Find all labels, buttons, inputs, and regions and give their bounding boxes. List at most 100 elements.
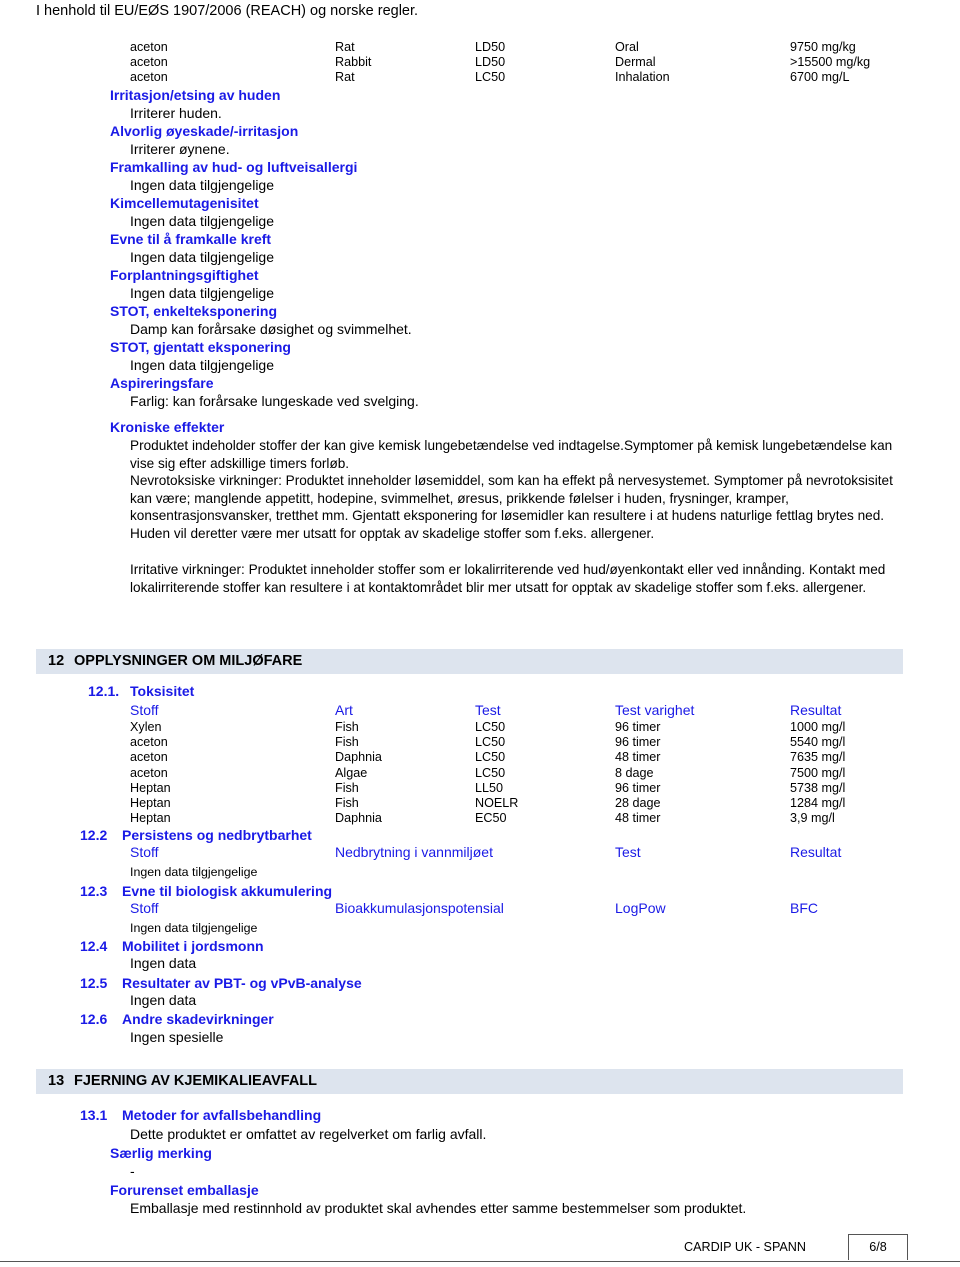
heading-mutagenicity: Kimcellemutagenisitet [110,195,259,211]
heading-sensitisation: Framkalling av hud- og luftveisallergi [110,159,358,175]
section-13-band: 13 FJERNING AV KJEMIKALIEAVFALL [36,1068,903,1094]
table-row: aceton Rat LD50 Oral 9750 mg/kg [0,40,960,55]
cell-art: Algae [335,765,368,780]
cell-art: Daphnia [335,811,382,826]
text-sensitisation: Ingen data tilgjengelige [130,177,275,193]
paragraph-chronic-3: Irritative virkninger: Produktet innehol… [130,562,886,595]
heading-stot-single: STOT, enkelteksponering [110,303,278,319]
text-skin-irritation: Irriterer huden. [130,105,222,121]
column-header-stoff: Stoff [130,900,159,916]
cell-test: EC50 [475,811,507,826]
cell-resultat: 7500 mg/l [790,765,846,780]
table-row: aceton Rat LC50 Inhalation 6700 mg/L [0,70,960,85]
cell-varighet: 48 timer [615,750,661,765]
section-12-band: 12 OPPLYSNINGER OM MILJØFARE [36,648,903,674]
cell-resultat: 7635 mg/l [790,750,846,765]
subsection-12-2-number: 12.2 [80,827,108,843]
cell-result: >15500 mg/kg [790,55,871,70]
cell-resultat: 1000 mg/l [790,720,846,734]
cell-test: LD50 [475,40,506,54]
cell-test: LC50 [475,750,506,765]
subsection-12-2-title: Persistens og nedbrytbarhet [122,827,312,843]
cell-resultat: 3,9 mg/l [790,811,835,826]
table-row: Xylen Fish LC50 96 timer 1000 mg/l [0,720,960,735]
heading-skin-irritation: Irritasjon/etsing av huden [110,87,281,103]
table-row: aceton Daphnia LC50 48 timer 7635 mg/l [0,750,960,765]
cell-varighet: 48 timer [615,811,661,826]
acute-toxicity-table: aceton Rat LD50 Oral 9750 mg/kg aceton R… [0,40,960,86]
text-contaminated-packaging: Emballasje med restinnhold av produktet … [130,1200,747,1216]
cell-test: LD50 [475,55,506,70]
regulation-line: I henhold til EU/EØS 1907/2006 (REACH) o… [36,3,419,19]
toxicity-table-header: Stoff Art Test Test varighet Resultat [0,702,960,719]
cell-stoff: aceton [130,735,168,750]
heading-reproductive-toxicity: Forplantningsgiftighet [110,267,259,283]
cell-result: 6700 mg/L [790,70,850,85]
cell-test: LC50 [475,765,506,780]
column-header-logpow: LogPow [615,900,666,916]
heading-contaminated-packaging: Forurenset emballasje [110,1182,259,1198]
cell-varighet: 8 dage [615,765,654,780]
cell-varighet: 96 timer [615,720,661,734]
section-13-number: 13 [48,1073,65,1089]
cell-art: Fish [335,720,359,734]
column-header-resultat: Resultat [790,702,842,718]
cell-varighet: 28 dage [615,795,661,810]
subsection-12-6-title: Andre skadevirkninger [122,1011,274,1027]
subsection-12-4-text: Ingen data [130,955,197,971]
cell-test: NOELR [475,795,519,810]
cell-test: LC50 [475,735,506,750]
column-header-resultat: Resultat [790,844,842,860]
table-row: aceton Algae LC50 8 dage 7500 mg/l [0,766,960,781]
persistence-table-header: Stoff Nedbrytning i vannmiljøet Test Res… [0,844,960,861]
text-stot-repeated: Ingen data tilgjengelige [130,357,275,373]
cell-test: LC50 [475,720,506,734]
paragraph-chronic-1: Produktet indeholder stoffer der kan giv… [130,438,893,471]
table-row: Heptan Fish LL50 96 timer 5738 mg/l [0,781,960,796]
cell-result: 9750 mg/kg [790,40,856,54]
subsection-13-1-number: 13.1 [80,1107,108,1123]
subsection-12-5-title: Resultater av PBT- og vPvB-analyse [122,975,362,991]
cell-test: LL50 [475,780,504,795]
sds-page: I henhold til EU/EØS 1907/2006 (REACH) o… [0,0,960,1267]
cell-resultat: 1284 mg/l [790,795,846,810]
cell-resultat: 5540 mg/l [790,735,846,750]
heading-special-marking: Særlig merking [110,1145,212,1161]
cell-species: Rat [335,70,355,85]
cell-stoff: Xylen [130,720,162,734]
heading-carcinogenicity: Evne til å framkalle kreft [110,231,272,247]
footer-divider [0,1261,960,1262]
heading-eye-damage: Alvorlig øyeskade/-irritasjon [110,123,299,139]
section-12-number: 12 [48,653,65,669]
subsection-12-3-number: 12.3 [80,883,108,899]
persistence-note: Ingen data tilgjengelige [130,865,258,879]
text-eye-damage: Irriterer øynene. [130,141,230,157]
subsection-12-5-number: 12.5 [80,975,108,991]
text-reproductive-toxicity: Ingen data tilgjengelige [130,285,275,301]
cell-species: Rat [335,40,355,54]
subsection-12-6-text: Ingen spesielle [130,1029,224,1045]
cell-stoff: Heptan [130,811,171,826]
cell-substance: aceton [130,70,168,85]
bioaccumulation-table-header: Stoff Bioakkumulasjonspotensial LogPow B… [0,900,960,917]
subsection-12-1-number: 12.1. [88,683,120,699]
text-stot-single: Damp kan forårsake døsighet og svimmelhe… [130,321,412,337]
heading-stot-repeated: STOT, gjentatt eksponering [110,339,291,355]
column-header-bioakk: Bioakkumulasjonspotensial [335,900,504,916]
subsection-13-1-title: Metoder for avfallsbehandling [122,1107,322,1123]
text-carcinogenicity: Ingen data tilgjengelige [130,249,275,265]
cell-art: Daphnia [335,750,382,765]
cell-varighet: 96 timer [615,735,661,750]
subsection-12-5-text: Ingen data [130,992,197,1008]
cell-species: Rabbit [335,55,372,70]
column-header-test: Test [475,702,501,718]
text-mutagenicity: Ingen data tilgjengelige [130,213,275,229]
subsection-12-6-number: 12.6 [80,1011,108,1027]
table-row: aceton Fish LC50 96 timer 5540 mg/l [0,735,960,750]
column-header-art: Art [335,702,353,718]
cell-stoff: aceton [130,765,168,780]
cell-varighet: 96 timer [615,780,661,795]
column-header-nedbrytning: Nedbrytning i vannmiljøet [335,844,493,860]
cell-art: Fish [335,795,359,810]
column-header-stoff: Stoff [130,702,159,718]
